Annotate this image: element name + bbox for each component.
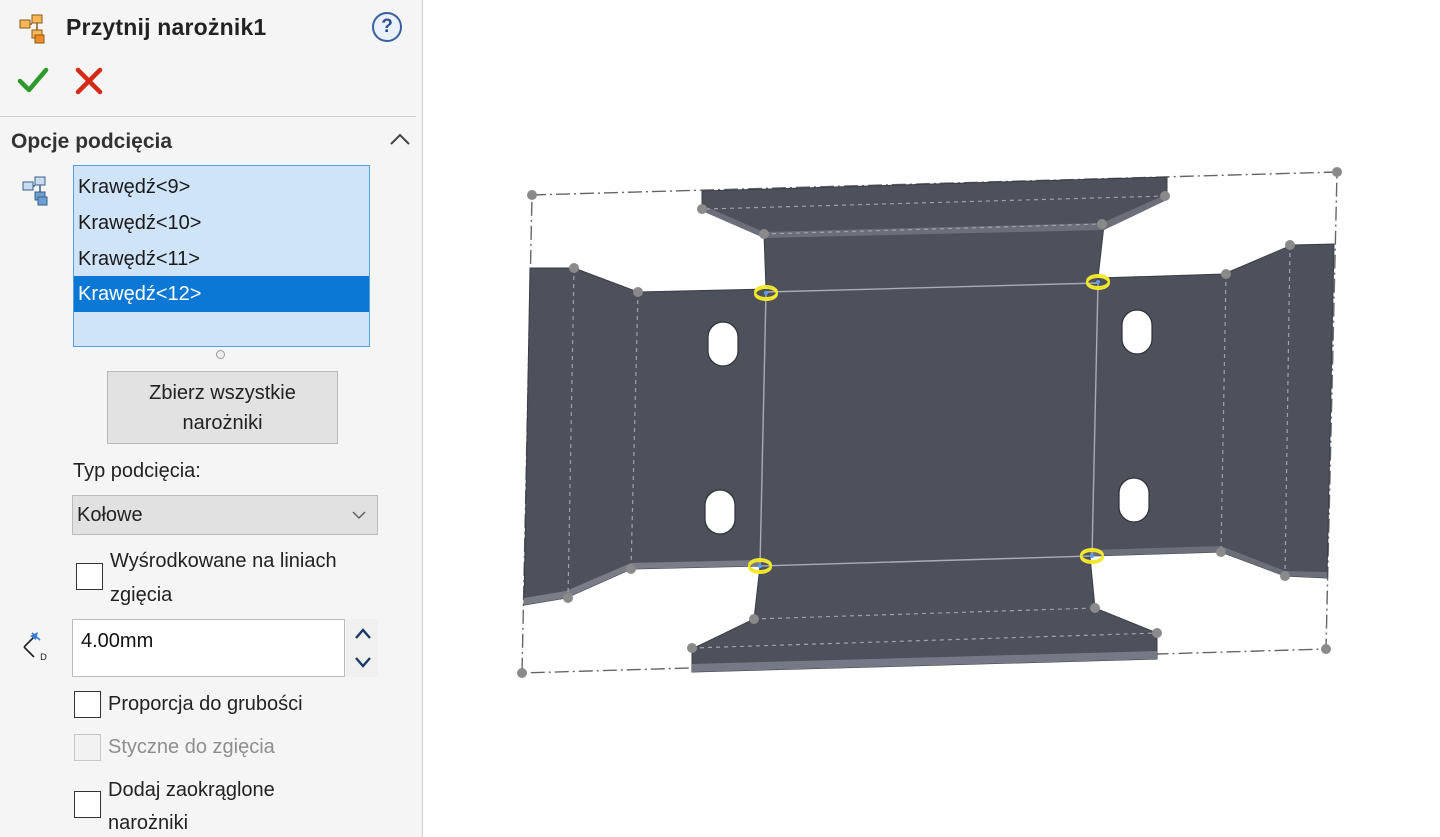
list-item-edge-9[interactable]: Krawędź<9> (74, 169, 369, 205)
list-item-edge-12[interactable]: Krawędź<12> (74, 276, 369, 312)
add-fillet-corners-checkbox[interactable] (74, 791, 101, 818)
add-fillet-corners-label-1: Dodaj zaokrąglone (108, 779, 275, 801)
part-face[interactable] (523, 176, 1335, 673)
relief-distance-value: 4.00mm (81, 630, 154, 652)
ratio-to-thickness-label: Proporcja do grubości (108, 693, 303, 715)
collect-button-line2: narożniki (182, 411, 263, 434)
corner-relief-icon (19, 14, 45, 44)
ok-button[interactable] (17, 64, 49, 96)
corners-selection-list[interactable]: Krawędź<9> Krawędź<10> Krawędź<11> Krawę… (73, 165, 370, 347)
relief-type-dropdown[interactable]: Kołowe (72, 495, 378, 535)
header-divider (0, 116, 416, 117)
svg-text:D: D (40, 653, 47, 663)
relief-distance-spinner[interactable] (346, 619, 378, 677)
relief-type-value: Kołowe (77, 504, 143, 526)
relief-distance-icon: D (23, 632, 47, 663)
centered-on-bend-label-2: zgięcia (110, 584, 173, 606)
relief-distance-input[interactable]: 4.00mm (72, 619, 345, 677)
tangent-to-bend-label: Styczne do zgięcia (108, 736, 275, 758)
feature-title: Przytnij narożnik1 (66, 14, 267, 40)
property-manager-panel: Przytnij narożnik1 ? Opcje podcięcia Kra… (0, 0, 423, 837)
help-button[interactable]: ? (372, 12, 402, 42)
list-item-edge-10[interactable]: Krawędź<10> (74, 205, 369, 241)
tangent-to-bend-checkbox (74, 734, 101, 761)
centered-on-bend-checkbox[interactable] (76, 563, 103, 590)
chevron-up-icon[interactable] (388, 128, 412, 152)
centered-on-bend-label-1: Wyśrodkowane na liniach (110, 550, 337, 572)
sheet-metal-part-view[interactable] (423, 0, 1440, 837)
panel-header: Przytnij narożnik1 ? (0, 0, 422, 58)
spin-up-icon[interactable] (354, 625, 372, 643)
group-title-relief-options: Opcje podcięcia (11, 130, 173, 153)
corner-selection-icon (22, 176, 48, 206)
chevron-down-icon (352, 511, 366, 519)
collect-button-line1: Zbierz wszystkie (149, 381, 296, 404)
graphics-viewport[interactable] (423, 0, 1440, 837)
ratio-to-thickness-checkbox[interactable] (74, 691, 101, 718)
relief-type-label: Typ podcięcia: (73, 460, 201, 482)
cancel-button[interactable] (74, 66, 104, 96)
list-resize-handle[interactable] (216, 350, 225, 359)
list-item-edge-11[interactable]: Krawędź<11> (74, 241, 369, 277)
collect-all-corners-button[interactable]: Zbierz wszystkie narożniki (107, 371, 338, 444)
spin-down-icon[interactable] (354, 653, 372, 671)
add-fillet-corners-label-2: narożniki (108, 812, 189, 834)
